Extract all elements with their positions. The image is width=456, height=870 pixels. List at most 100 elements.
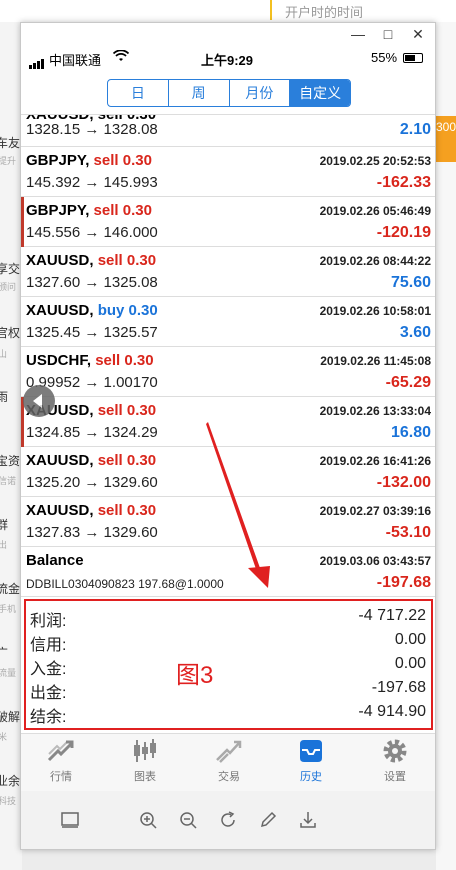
trade-row[interactable]: XAUUSD, buy 0.30 2019.02.26 10:58:01 1325.… bbox=[21, 297, 435, 347]
summary-key: 入金: bbox=[30, 661, 67, 678]
annotation-label: 图3 bbox=[176, 662, 214, 689]
floating-back-button[interactable] bbox=[23, 385, 55, 417]
side-sub: 山 bbox=[0, 349, 8, 359]
period-segmented-control: 日 周 月份 自定义 bbox=[107, 79, 351, 107]
emulator-toolbar bbox=[21, 791, 435, 849]
symbol: GBPJPY, bbox=[26, 152, 90, 169]
history-list: XAUUSD, sell 0.30 1328.15 → 1328.08 2.10… bbox=[21, 115, 435, 597]
trade-datetime: 2019.02.27 03:39:16 bbox=[319, 504, 431, 518]
tab-label: 行情 bbox=[50, 771, 72, 783]
trade-row[interactable]: XAUUSD, sell 0.30 2019.02.26 13:33:04 1324… bbox=[21, 397, 435, 447]
balance-row[interactable]: Balance 2019.03.06 03:43:57 DDBILL030409… bbox=[21, 547, 435, 597]
trade-row[interactable]: XAUUSD, sell 0.30 2019.02.27 03:39:16 1327… bbox=[21, 497, 435, 547]
edit-icon[interactable] bbox=[257, 809, 279, 831]
side-item: 宝资 bbox=[0, 454, 21, 468]
side-item: 流金 bbox=[0, 582, 21, 596]
side-item: 破解 bbox=[0, 710, 21, 724]
summary-value: 0.00 bbox=[394, 631, 426, 648]
symbol: GBPJPY, bbox=[26, 202, 90, 219]
maximize-button[interactable]: □ bbox=[375, 25, 401, 43]
trade-profit: 75.60 bbox=[390, 274, 431, 291]
summary-key: 出金: bbox=[30, 685, 67, 702]
trade-prices: 1325.20 → 1329.60 bbox=[26, 474, 158, 491]
trade-datetime: 2019.02.26 05:46:49 bbox=[319, 204, 431, 218]
screen-icon[interactable] bbox=[59, 809, 81, 831]
trade-side: sell 0.30 bbox=[93, 152, 152, 169]
minimize-button[interactable]: — bbox=[345, 25, 371, 43]
rotate-icon[interactable] bbox=[217, 809, 239, 831]
trade-prices: 1324.85 → 1324.29 bbox=[26, 424, 158, 441]
trade-prices: 1327.83 → 1329.60 bbox=[26, 524, 158, 541]
trade-side: sell 0.30 bbox=[93, 202, 152, 219]
side-sub: 颁问 bbox=[0, 282, 17, 292]
trade-row[interactable]: GBPJPY, sell 0.30 2019.02.26 05:46:49 145.… bbox=[21, 197, 435, 247]
symbol: XAUUSD, bbox=[26, 452, 94, 469]
background-top-text: 开户时的时间 bbox=[285, 5, 364, 20]
trade-prices: 1327.60 → 1325.08 bbox=[26, 274, 158, 291]
side-item: 广 bbox=[0, 646, 9, 660]
trade-prices: 145.556 → 146.000 bbox=[26, 224, 158, 241]
phone-status-bar: 中国联通 上午9:29 55% bbox=[21, 45, 435, 71]
download-icon[interactable] bbox=[297, 809, 319, 831]
bottom-tab-bar: 行情 图表 交易 历史 设置 bbox=[21, 733, 435, 791]
period-selector-bar: 日 周 月份 自定义 bbox=[21, 71, 435, 115]
orange-badge: 300 bbox=[436, 116, 456, 162]
trade-profit: -132.00 bbox=[376, 474, 431, 491]
quotes-icon bbox=[47, 740, 74, 762]
trade-symbol: XAUUSD, sell 0.30 bbox=[26, 452, 156, 469]
trade-side: sell 0.30 bbox=[97, 252, 157, 269]
tab-settings[interactable]: 设置 bbox=[365, 738, 425, 784]
side-item: 群 bbox=[0, 518, 9, 532]
tab-quotes[interactable]: 行情 bbox=[31, 738, 91, 784]
trade-symbol: USDCHF, sell 0.30 bbox=[26, 352, 154, 369]
background-right-strip: 300 bbox=[436, 22, 456, 870]
balance-datetime: 2019.03.06 03:43:57 bbox=[319, 554, 431, 568]
highlight-box: 利润: -4 717.22 信用: 0.00 入金: 0.00 出金: -197… bbox=[24, 599, 433, 730]
side-item: 雨 bbox=[0, 390, 9, 404]
trade-symbol: XAUUSD, sell 0.30 bbox=[26, 502, 156, 519]
zoom-in-icon[interactable] bbox=[137, 809, 159, 831]
trade-row-partial[interactable]: XAUUSD, sell 0.30 1328.15 → 1328.08 2.10 bbox=[21, 115, 435, 147]
period-month[interactable]: 月份 bbox=[228, 80, 290, 106]
tab-trade[interactable]: 交易 bbox=[199, 738, 259, 784]
trade-side: sell 0.30 bbox=[97, 502, 157, 519]
balance-comment: DDBILL0304090823 197.68@1.0000 bbox=[26, 577, 224, 591]
trade-icon bbox=[216, 740, 242, 763]
period-custom[interactable]: 自定义 bbox=[289, 80, 350, 106]
window-titlebar: — □ ✕ bbox=[21, 23, 435, 45]
trade-row[interactable]: XAUUSD, sell 0.30 2019.02.26 16:41:26 1325… bbox=[21, 447, 435, 497]
summary-row-profit: 利润: -4 717.22 bbox=[30, 607, 430, 631]
period-week[interactable]: 周 bbox=[167, 80, 229, 106]
close-button[interactable]: ✕ bbox=[405, 25, 431, 43]
trade-symbol: GBPJPY, sell 0.30 bbox=[26, 202, 152, 219]
trade-side: sell 0.30 bbox=[97, 452, 157, 469]
trade-prices: 1325.45 → 1325.57 bbox=[26, 324, 158, 341]
trade-profit: 2.10 bbox=[399, 121, 431, 138]
tab-history[interactable]: 历史 bbox=[281, 738, 341, 784]
side-sub: 科技 bbox=[0, 796, 17, 806]
side-sub: 流量 bbox=[0, 668, 17, 678]
side-item: 官权 bbox=[0, 326, 21, 340]
trade-prices: 1328.15 → 1328.08 bbox=[26, 121, 158, 138]
balance-amount: -197.68 bbox=[376, 574, 431, 591]
trade-row[interactable]: GBPJPY, sell 0.30 2019.02.25 20:52:53 145.… bbox=[21, 147, 435, 197]
tab-chart[interactable]: 图表 bbox=[115, 738, 175, 784]
balance-label: Balance bbox=[26, 552, 84, 569]
trade-side: sell 0.30 bbox=[97, 402, 157, 419]
battery-percent: 55% bbox=[371, 50, 398, 65]
tab-label: 设置 bbox=[384, 771, 406, 783]
period-day[interactable]: 日 bbox=[108, 80, 168, 106]
trade-row[interactable]: USDCHF, sell 0.30 2019.02.26 11:45:08 0.99… bbox=[21, 347, 435, 397]
zoom-out-icon[interactable] bbox=[177, 809, 199, 831]
side-item: 业余 bbox=[0, 774, 21, 788]
trade-datetime: 2019.02.26 16:41:26 bbox=[319, 454, 431, 468]
yellow-divider bbox=[270, 0, 272, 20]
chart-icon bbox=[134, 739, 156, 762]
tab-label: 交易 bbox=[218, 771, 240, 783]
trade-datetime: 2019.02.26 13:33:04 bbox=[319, 404, 431, 418]
summary-value: -197.68 bbox=[371, 679, 426, 696]
signal-icon bbox=[29, 54, 45, 69]
trade-profit: -53.10 bbox=[385, 524, 431, 541]
trade-row[interactable]: XAUUSD, sell 0.30 2019.02.26 08:44:22 1327… bbox=[21, 247, 435, 297]
summary-value: -4 717.22 bbox=[358, 607, 426, 624]
